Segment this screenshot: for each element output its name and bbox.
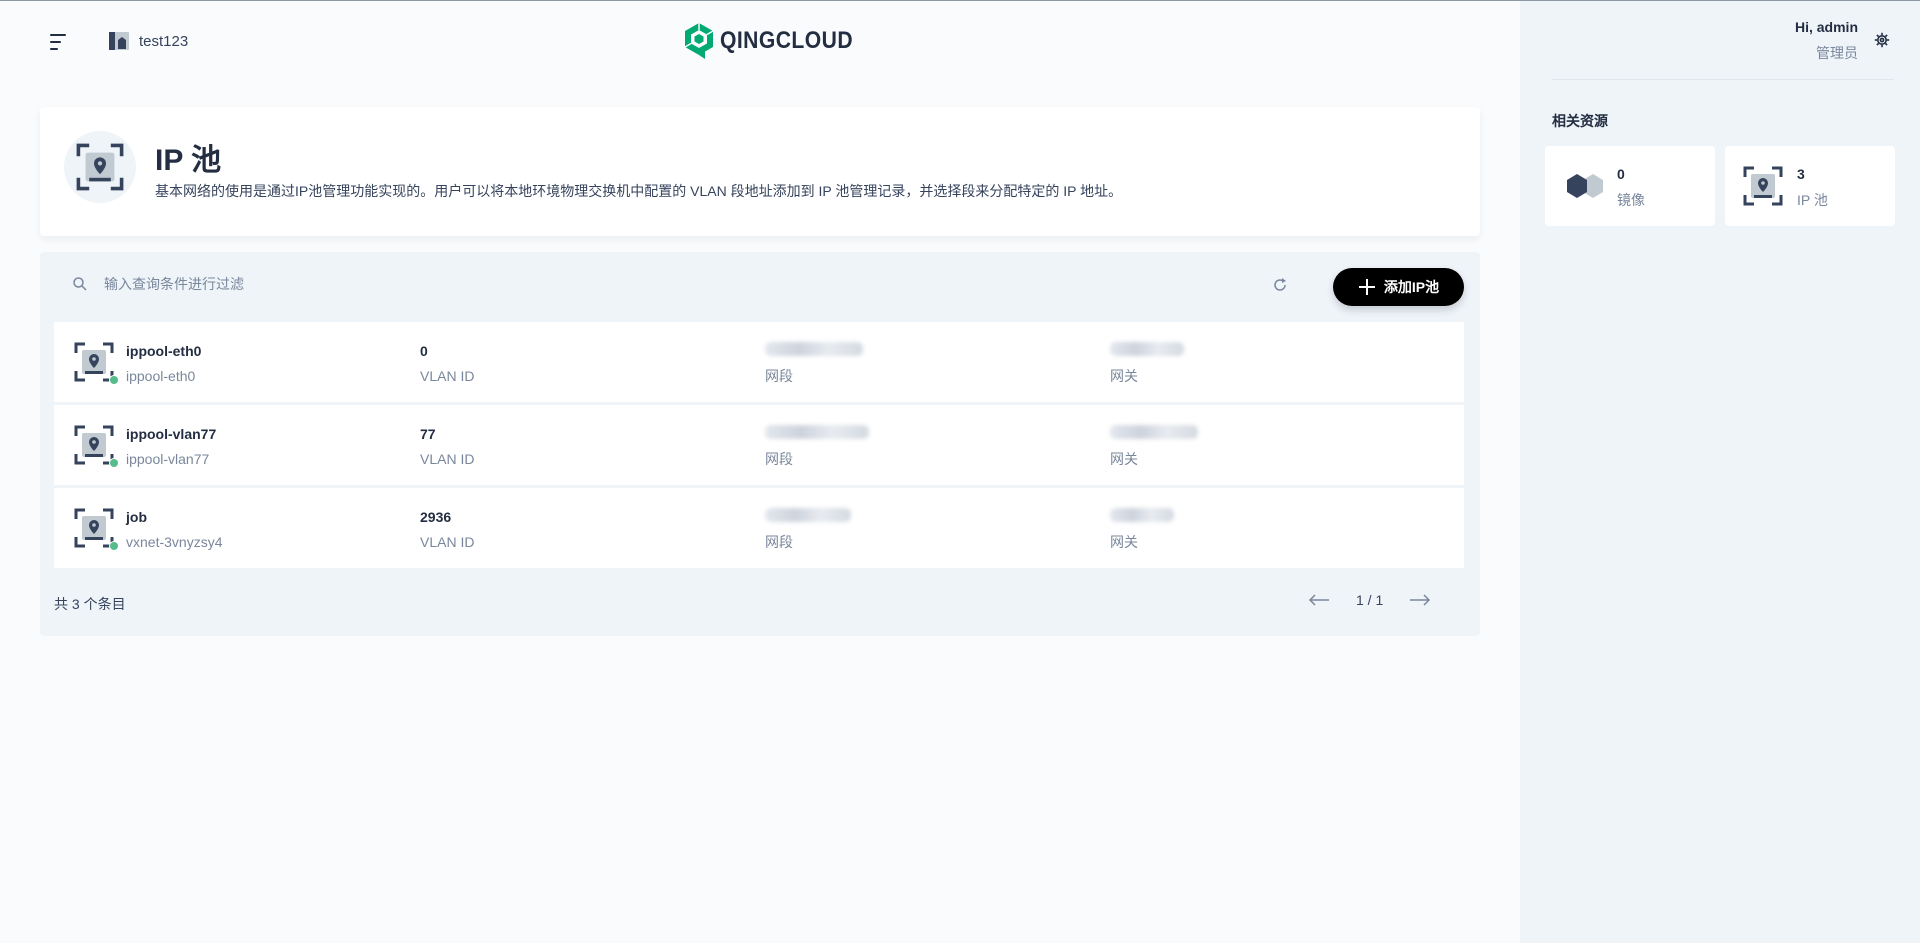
refresh-icon[interactable] [1272,277,1288,293]
page-indicator: 1 / 1 [1356,592,1384,608]
vlan-id-label: VLAN ID [420,534,475,550]
resource-label: 镜像 [1617,192,1645,208]
pool-name[interactable]: job [126,508,222,526]
page-banner: IP 池 基本网络的使用是通过IP池管理功能实现的。用户可以将本地环境物理交换机… [40,107,1480,236]
segment-cell: 网段 [765,508,851,551]
logo-text: QINGCLOUD [720,27,854,54]
vlan-cell: 2936 VLAN ID [420,508,474,551]
total-count: 共 3 个条目 [54,596,126,612]
ip-pool-icon [74,342,114,382]
user-info[interactable]: Hi, admin 管理员 [1795,19,1858,63]
vlan-id-value: 77 [420,426,436,442]
name-cell: ippool-eth0 ippool-eth0 [126,342,201,385]
ip-pool-icon [74,425,114,465]
table-row[interactable]: job vxnet-3vnyzsy4 2936 VLAN ID 网段 网关 [54,488,1464,568]
gateway-label: 网关 [1110,451,1138,467]
status-indicator [109,458,119,468]
resource-count: 0 [1617,166,1625,182]
workspace-name: test123 [139,32,189,50]
gateway-value-redacted [1110,425,1198,443]
workspace-icon [109,32,129,50]
segment-cell: 网段 [765,425,869,468]
segment-value-redacted [765,425,869,443]
pool-name[interactable]: ippool-eth0 [126,342,201,360]
segment-value-redacted [765,342,863,360]
segment-label: 网段 [765,451,793,467]
ip-pool-icon [76,143,124,191]
vlan-id-value: 2936 [420,509,452,525]
gateway-value-redacted [1110,508,1174,526]
resource-card-images[interactable]: 0 镜像 [1545,146,1715,226]
vlan-cell: 77 VLAN ID [420,425,474,468]
gateway-label: 网关 [1110,368,1138,384]
ip-pool-rows: ippool-eth0 ippool-eth0 0 VLAN ID 网段 网关 [54,322,1464,571]
search-icon [73,277,87,291]
resource-card-ip-pools[interactable]: 3 IP 池 [1725,146,1895,226]
gateway-cell: 网关 [1110,508,1174,551]
status-indicator [109,541,119,551]
ip-pool-icon [74,508,114,548]
name-cell: ippool-vlan77 ippool-vlan77 [126,425,216,468]
resource-label: IP 池 [1797,192,1828,208]
status-indicator [109,375,119,385]
image-hexagon-icon [1567,174,1603,198]
qingcloud-logo: QINGCLOUD [683,22,871,60]
ip-pool-icon [1743,166,1783,206]
banner-icon-circle [64,131,136,203]
vlan-cell: 0 VLAN ID [420,342,474,385]
next-page-icon[interactable] [1409,594,1431,606]
search-input[interactable] [104,276,604,292]
segment-value-redacted [765,508,851,526]
vlan-id-label: VLAN ID [420,451,475,467]
vlan-id-label: VLAN ID [420,368,475,384]
pagination: 1 / 1 [1308,592,1431,608]
resource-count: 3 [1797,166,1805,182]
page-title: IP 池 [155,144,222,177]
gateway-value-redacted [1110,342,1184,360]
pool-subname: ippool-vlan77 [126,451,210,467]
segment-label: 网段 [765,534,793,550]
pool-subname: vxnet-3vnyzsy4 [126,534,223,550]
plus-icon [1358,279,1375,295]
prev-page-icon[interactable] [1308,594,1330,606]
user-greeting: Hi, admin [1794,19,1858,35]
add-ip-pool-button[interactable]: 添加IP池 [1333,268,1464,306]
sidebar-divider [1552,79,1894,80]
add-button-label: 添加IP池 [1383,279,1440,295]
gateway-cell: 网关 [1110,342,1184,385]
workspace-selector[interactable]: test123 [108,31,188,51]
table-row[interactable]: ippool-vlan77 ippool-vlan77 77 VLAN ID 网… [54,405,1464,485]
right-sidebar: Hi, admin 管理员 相关资源 0 镜像 3 IP 池 [1520,1,1920,943]
qingcloud-logo-icon [684,23,714,59]
segment-cell: 网段 [765,342,863,385]
table-row[interactable]: ippool-eth0 ippool-eth0 0 VLAN ID 网段 网关 [54,322,1464,402]
gateway-cell: 网关 [1110,425,1198,468]
gateway-label: 网关 [1110,534,1138,550]
user-role: 管理员 [1816,45,1858,61]
search-bar [72,276,604,292]
related-resources-title: 相关资源 [1552,113,1608,129]
pool-subname: ippool-eth0 [126,368,196,384]
gear-icon[interactable] [1874,32,1890,48]
name-cell: job vxnet-3vnyzsy4 [126,508,222,551]
ip-pool-list-panel: 添加IP池 ippool-eth0 ippool-eth0 [40,252,1480,636]
page-description: 基本网络的使用是通过IP池管理功能实现的。用户可以将本地环境物理交换机中配置的 … [155,183,1123,199]
segment-label: 网段 [765,368,793,384]
pool-name[interactable]: ippool-vlan77 [126,425,216,443]
vlan-id-value: 0 [420,343,428,359]
main-area: test123 QINGCLOUD IP 池 基本网络的使用是通过IP池管理功能… [0,1,1520,943]
menu-toggle-icon[interactable] [50,31,72,53]
